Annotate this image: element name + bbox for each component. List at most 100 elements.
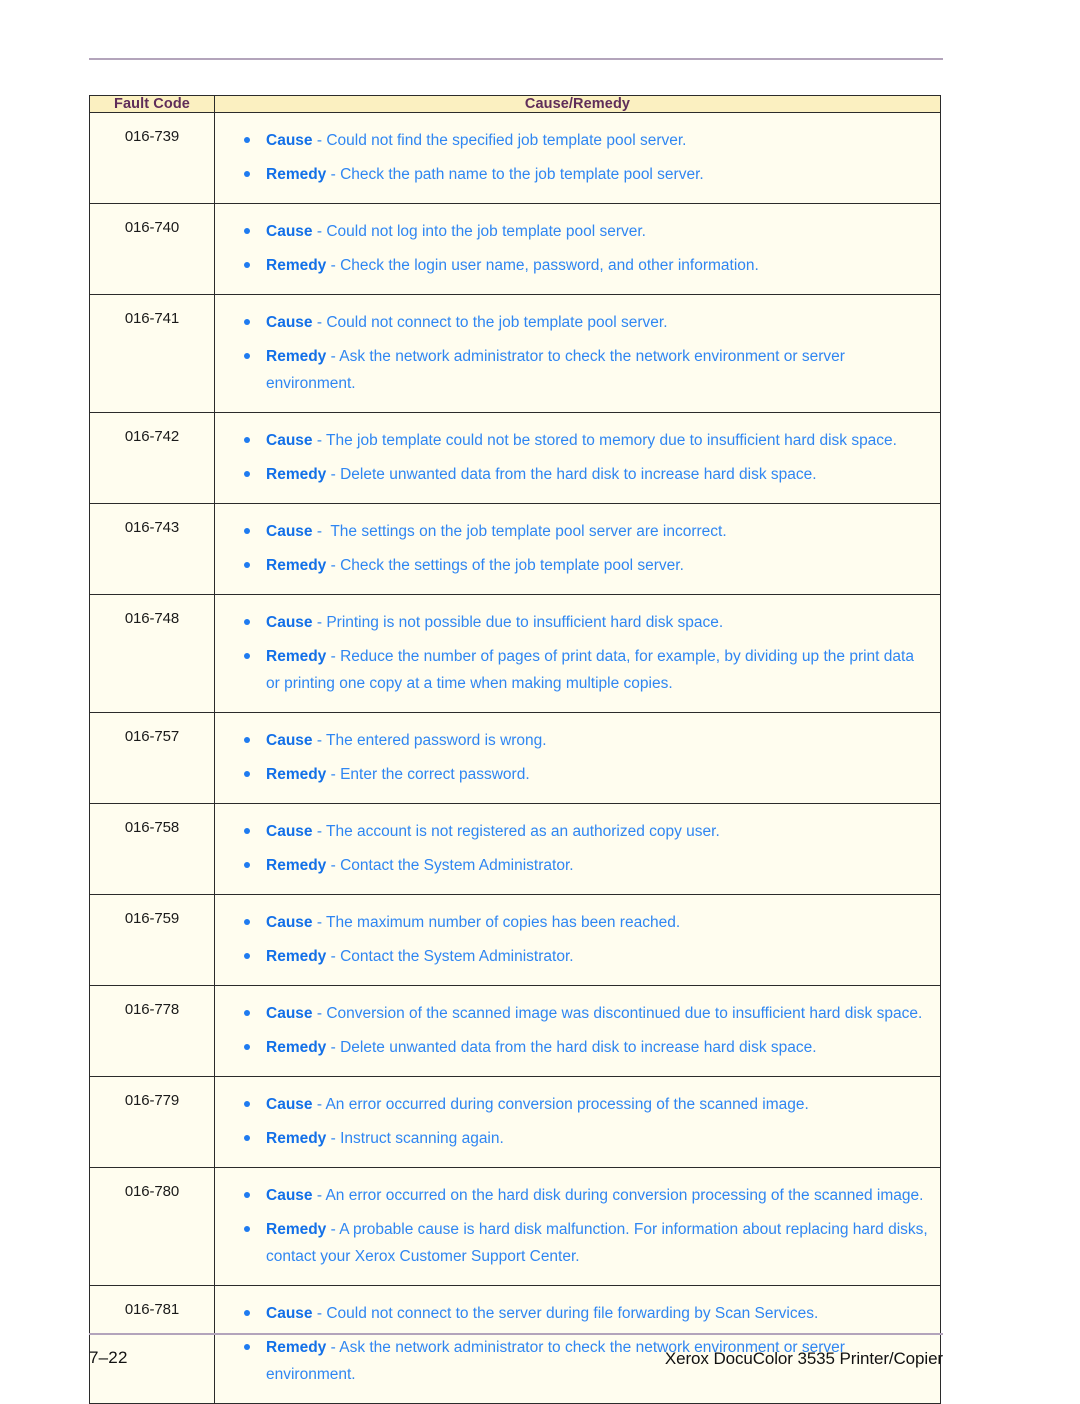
table-row: 016-780 Cause - An error occurred on the … — [89, 1167, 941, 1286]
cause-remedy-separator: - — [326, 1039, 341, 1056]
table-row: 016-757 Cause - The entered password is w… — [89, 712, 941, 804]
cause-remedy-text: Could not connect to the job template po… — [326, 314, 668, 331]
cause-remedy-separator: - — [326, 766, 341, 783]
cause-remedy-item: Remedy - Check the path name to the job … — [215, 158, 930, 192]
cause-remedy-list: Cause - Printing is not possible due to … — [215, 606, 930, 701]
fault-code-cell: 016-742 — [89, 412, 215, 504]
cause-remedy-text: Conversion of the scanned image was disc… — [326, 1005, 923, 1022]
bullet-icon — [244, 737, 250, 743]
fault-code-cell: 016-781 — [89, 1285, 215, 1404]
cause-remedy-separator: - — [312, 1305, 327, 1322]
cause-remedy-text: The account is not registered as an auth… — [326, 823, 720, 840]
cause-remedy-label: Cause — [266, 223, 313, 240]
cause-remedy-label: Remedy — [266, 766, 327, 783]
bullet-icon — [244, 1044, 250, 1050]
cause-remedy-list: Cause - The job template could not be st… — [215, 424, 930, 492]
fault-code-cell: 016-741 — [89, 294, 215, 413]
cause-remedy-label: Cause — [266, 732, 313, 749]
cause-remedy-cell: Cause - Could not find the specified job… — [214, 112, 941, 204]
cause-remedy-text: Contact the System Administrator. — [340, 948, 574, 965]
cause-remedy-cell: Cause - The account is not registered as… — [214, 803, 941, 895]
cause-remedy-item: Remedy - Contact the System Administrato… — [215, 940, 930, 974]
cause-remedy-separator: - — [326, 648, 341, 665]
page-footer: 7–22 Xerox DocuColor 3535 Printer/Copier — [89, 1348, 943, 1378]
cause-remedy-separator: - — [312, 432, 327, 449]
cause-remedy-text: Could not find the specified job templat… — [326, 132, 687, 149]
bullet-icon — [244, 828, 250, 834]
cause-remedy-separator: - — [326, 257, 341, 274]
cause-remedy-text: An error occurred during conversion proc… — [325, 1096, 809, 1113]
bullet-icon — [244, 953, 250, 959]
table-row: 016-759 Cause - The maximum number of cop… — [89, 894, 941, 986]
cause-remedy-item: Remedy - Enter the correct password. — [215, 758, 930, 792]
cause-remedy-separator: - — [312, 314, 327, 331]
bullet-icon — [244, 228, 250, 234]
table-row: 016-741 Cause - Could not connect to the … — [89, 294, 941, 413]
cause-remedy-item: Cause - The maximum number of copies has… — [215, 906, 930, 940]
cause-remedy-item: Cause - Could not log into the job templ… — [215, 215, 930, 249]
cause-remedy-label: Remedy — [266, 557, 327, 574]
bullet-icon — [244, 471, 250, 477]
cause-remedy-item: Cause - Could not find the specified job… — [215, 124, 930, 158]
bullet-icon — [244, 319, 250, 325]
bullet-icon — [244, 1010, 250, 1016]
cause-remedy-label: Remedy — [266, 1039, 327, 1056]
cause-remedy-label: Cause — [266, 1305, 313, 1322]
cause-remedy-label: Remedy — [266, 648, 327, 665]
cause-remedy-item: Remedy - Instruct scanning again. — [215, 1122, 930, 1156]
bullet-icon — [244, 619, 250, 625]
cause-remedy-label: Cause — [266, 523, 313, 540]
cause-remedy-cell: Cause - Could not connect to the job tem… — [214, 294, 941, 413]
footer-book-title: Xerox DocuColor 3535 Printer/Copier — [664, 1349, 943, 1368]
cause-remedy-cell: Cause - The entered password is wrong. Re… — [214, 712, 941, 804]
cause-remedy-separator: - — [312, 1187, 326, 1204]
bullet-icon — [244, 862, 250, 868]
bullet-icon — [244, 771, 250, 777]
cause-remedy-list: Cause - The maximum number of copies has… — [215, 906, 930, 974]
table-body: 016-739 Cause - Could not find the specif… — [89, 112, 941, 1404]
cause-remedy-separator: - — [312, 823, 327, 840]
cause-remedy-list: Cause - The entered password is wrong. Re… — [215, 724, 930, 792]
header-divider — [89, 58, 943, 60]
cause-remedy-separator: - — [312, 223, 327, 240]
cause-remedy-text: The maximum number of copies has been re… — [326, 914, 681, 931]
cause-remedy-text: Check the login user name, password, and… — [340, 257, 759, 274]
cause-remedy-text: Could not connect to the server during f… — [326, 1305, 819, 1322]
cause-remedy-list: Cause - Could not connect to the job tem… — [215, 306, 930, 401]
cause-remedy-label: Remedy — [266, 1130, 327, 1147]
cause-remedy-cell: Cause - Printing is not possible due to … — [214, 594, 941, 713]
cause-remedy-cell: Cause - The job template could not be st… — [214, 412, 941, 504]
fault-code-cell: 016-743 — [89, 503, 215, 595]
bullet-icon — [244, 171, 250, 177]
fault-code-cell: 016-739 — [89, 112, 215, 204]
cause-remedy-text: An error occurred on the hard disk durin… — [325, 1187, 924, 1204]
cause-remedy-separator: - — [326, 1130, 341, 1147]
cause-remedy-item: Cause - Printing is not possible due to … — [215, 606, 930, 640]
cause-remedy-label: Cause — [266, 914, 313, 931]
cause-remedy-list: Cause - Could not log into the job templ… — [215, 215, 930, 283]
cause-remedy-label: Remedy — [266, 348, 327, 365]
cause-remedy-label: Cause — [266, 614, 313, 631]
footer-divider — [89, 1333, 943, 1335]
bullet-icon — [244, 1101, 250, 1107]
cause-remedy-separator: - — [312, 1005, 327, 1022]
cause-remedy-cell: Cause - An error occurred on the hard di… — [214, 1167, 941, 1286]
fault-code-cell: 016-757 — [89, 712, 215, 804]
cause-remedy-label: Cause — [266, 132, 313, 149]
bullet-icon — [244, 262, 250, 268]
cause-remedy-item: Remedy - A probable cause is hard disk m… — [215, 1213, 930, 1274]
cause-remedy-label: Remedy — [266, 857, 327, 874]
cause-remedy-separator: - — [312, 1096, 326, 1113]
fault-code-cell: 016-748 — [89, 594, 215, 713]
bullet-icon — [244, 1226, 250, 1232]
cause-remedy-text: Contact the System Administrator. — [340, 857, 574, 874]
cause-remedy-label: Cause — [266, 1187, 313, 1204]
table-row: 016-740 Cause - Could not log into the jo… — [89, 203, 941, 295]
cause-remedy-list: Cause - Could not find the specified job… — [215, 124, 930, 192]
fault-code-cell: 016-778 — [89, 985, 215, 1077]
cause-remedy-cell: Cause - Conversion of the scanned image … — [214, 985, 941, 1077]
cause-remedy-separator: - — [312, 132, 327, 149]
bullet-icon — [244, 562, 250, 568]
cause-remedy-separator: - — [312, 732, 327, 749]
table-row: 016-742 Cause - The job template could no… — [89, 412, 941, 504]
